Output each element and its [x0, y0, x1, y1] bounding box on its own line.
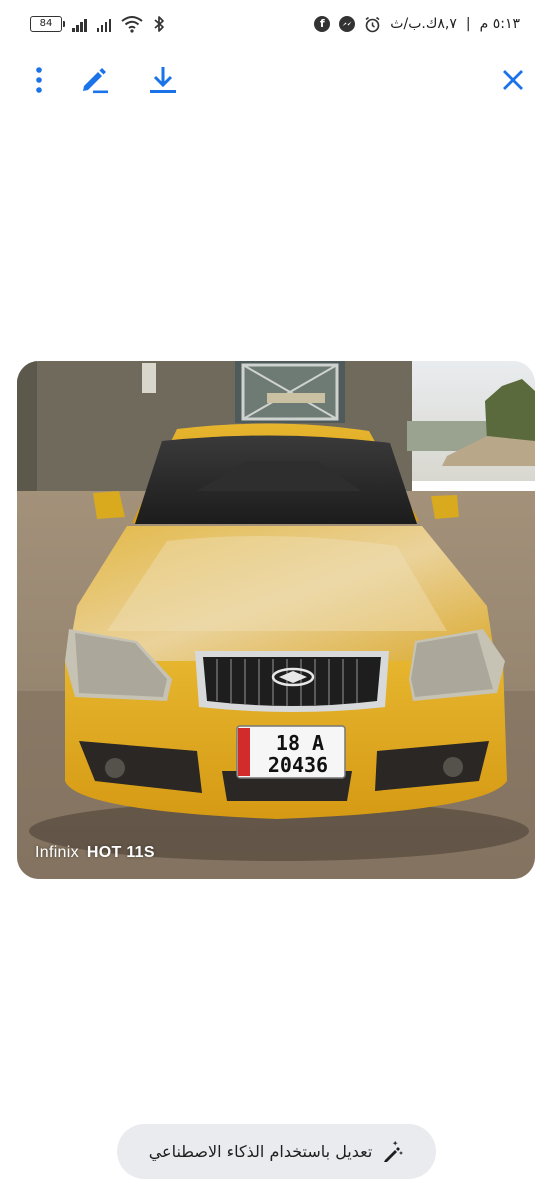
signal-icon [72, 16, 87, 32]
edit-pen-icon [83, 68, 108, 94]
status-bar-left: 84 [30, 13, 165, 35]
plate-line-2: 20436 [268, 753, 328, 777]
watermark-brand: Infinix [35, 844, 79, 861]
ai-edit-button[interactable]: تعديل باستخدام الذكاء الاصطناعي [117, 1124, 436, 1179]
edit-button[interactable] [73, 58, 117, 102]
bluetooth-icon [154, 16, 164, 32]
clock: ٥:١٣ م [479, 16, 520, 32]
messenger-icon [339, 16, 356, 32]
wifi-icon [121, 16, 143, 33]
download-button[interactable] [141, 58, 185, 102]
battery-level: 84 [39, 18, 53, 29]
status-bar: 84 f ٨,٧ك.ب/ث | ٥:١٣ م [0, 0, 552, 48]
photo-viewer-image[interactable]: 18 A 20436 Infinix HOT 11S [17, 361, 535, 879]
camera-watermark: Infinix HOT 11S [35, 844, 155, 862]
separator: | [465, 16, 471, 32]
data-speed: ٨,٧ك.ب/ث [390, 16, 457, 32]
battery-icon: 84 [30, 16, 65, 32]
signal-icon-2 [96, 16, 111, 32]
close-button[interactable] [491, 58, 535, 102]
watermark-model: HOT 11S [86, 844, 155, 861]
car-photo: 18 A 20436 [17, 361, 535, 879]
close-icon [503, 70, 523, 90]
image-viewer-toolbar [0, 58, 552, 102]
download-icon [150, 67, 176, 93]
facebook-icon: f [314, 16, 331, 32]
alarm-icon [365, 16, 380, 32]
ai-edit-label: تعديل باستخدام الذكاء الاصطناعي [148, 1142, 373, 1161]
status-bar-right: f ٨,٧ك.ب/ث | ٥:١٣ م [314, 12, 520, 36]
plate-line-1: 18 A [276, 731, 324, 755]
more-options-button[interactable] [17, 58, 61, 102]
more-vert-icon [36, 67, 42, 93]
magic-pen-icon [384, 1140, 404, 1162]
